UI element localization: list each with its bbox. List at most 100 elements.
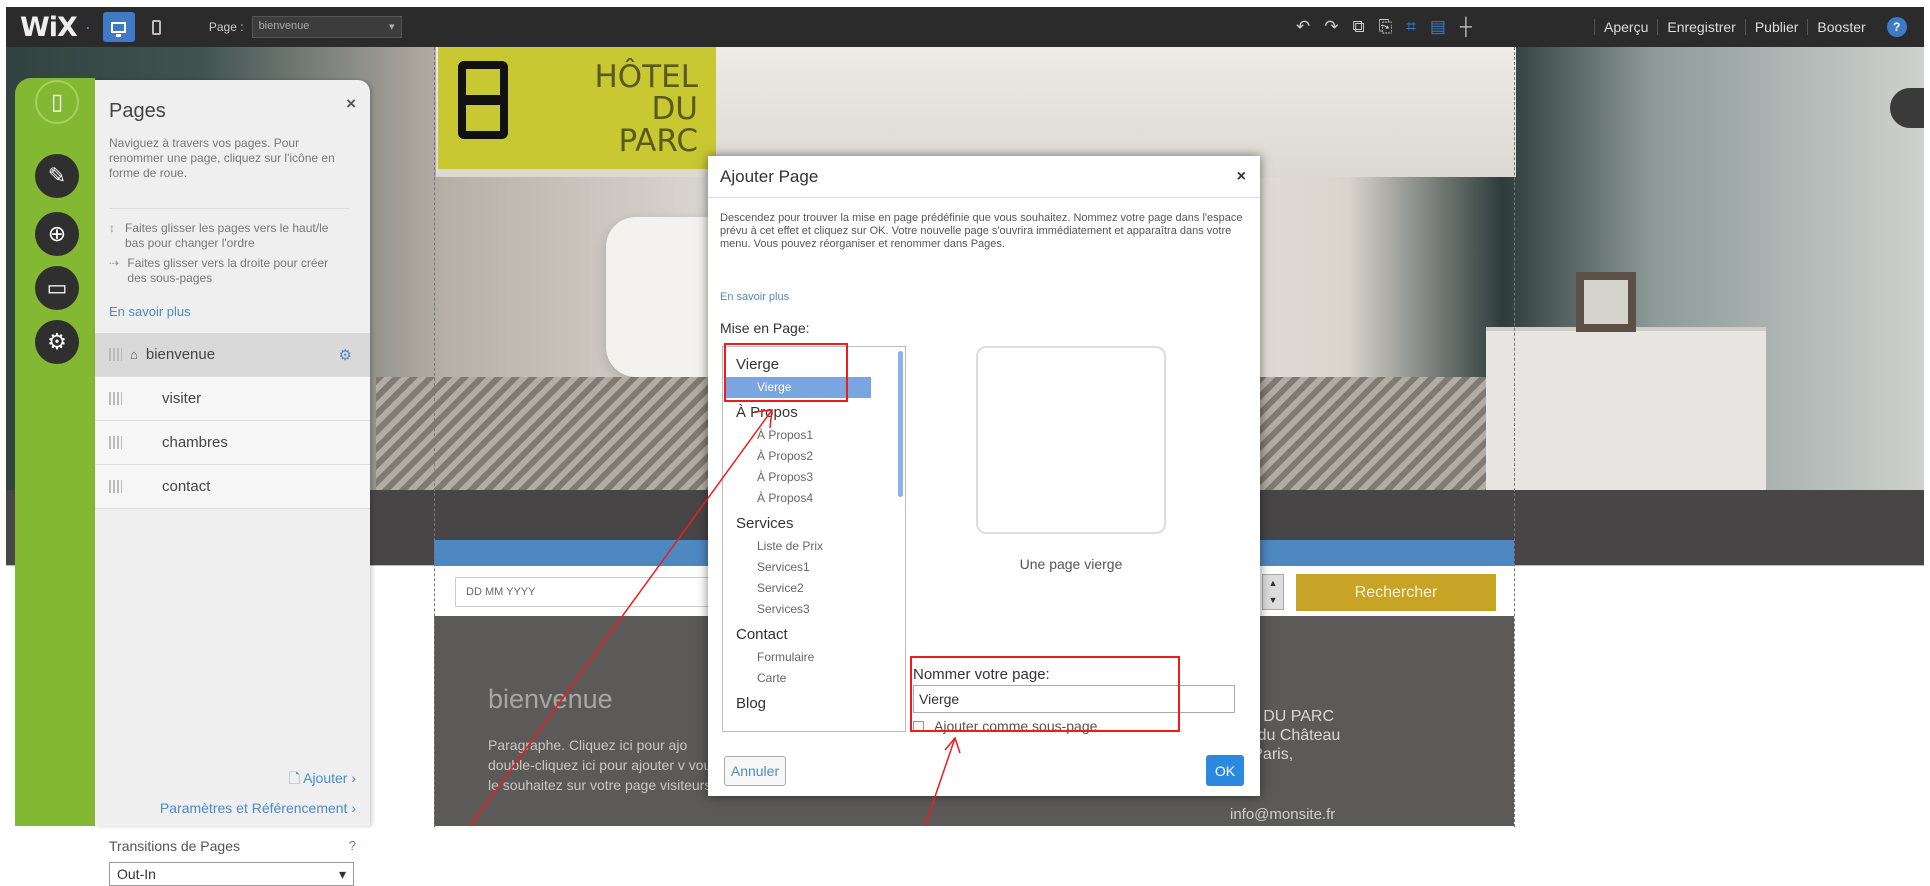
design-brush-icon[interactable]: ✎ xyxy=(35,154,79,198)
hero-nightstand xyxy=(1486,327,1766,490)
phone-icon xyxy=(152,19,162,35)
page-item-label: bienvenue xyxy=(145,346,216,363)
save-button[interactable]: Enregistrer xyxy=(1657,19,1744,35)
layout-item[interactable]: Services3 xyxy=(725,599,871,620)
preview-button[interactable]: Aperçu xyxy=(1594,19,1657,35)
page-item-chambres[interactable]: chambres xyxy=(95,421,370,465)
layout-item[interactable]: Liste de Prix xyxy=(725,536,871,557)
transition-select-value: Out-In xyxy=(117,866,156,882)
transition-select[interactable]: Out-In ▾ xyxy=(109,862,354,886)
pages-panel-title: Pages xyxy=(109,100,166,122)
transitions-help-icon[interactable]: ? xyxy=(349,838,356,853)
gear-icon[interactable]: ⚙ xyxy=(339,346,352,364)
toolbar-icons: ↶ ↷ ⧉ ⎘ ⌗ ▤ ┼ xyxy=(1296,7,1472,47)
learn-more-link[interactable]: En savoir plus xyxy=(720,291,789,303)
layout-item[interactable]: À Propos4 xyxy=(725,488,871,509)
quantity-stepper[interactable]: ▲ ▼ xyxy=(1262,574,1284,610)
chevron-down-icon: ▾ xyxy=(338,866,346,882)
page-item-bienvenue[interactable]: ⌂ bienvenue ⚙ xyxy=(95,333,370,377)
layout-item[interactable]: Services1 xyxy=(725,557,871,578)
layout-item[interactable]: Service2 xyxy=(725,578,871,599)
wix-logo: WiX xyxy=(20,11,78,43)
guide-line-right xyxy=(1514,47,1515,827)
publish-button[interactable]: Publier xyxy=(1744,19,1808,35)
hint-reorder: ↕ Faites glisser les pages vers le haut/… xyxy=(109,208,349,251)
page-item-contact[interactable]: contact xyxy=(95,465,370,509)
hotel-name-line1: HÔTEL xyxy=(594,59,698,95)
redo-icon[interactable]: ↷ xyxy=(1324,17,1338,37)
page-selector-value: bienvenue xyxy=(258,20,310,32)
guide-line-left xyxy=(434,47,435,827)
page-selector[interactable]: bienvenue ▾ xyxy=(251,16,402,38)
pages-panel: Pages × Naviguez à travers vos pages. Po… xyxy=(95,80,370,886)
chat-icon[interactable] xyxy=(1890,88,1924,128)
grid-icon[interactable]: ⌗ xyxy=(1406,17,1416,37)
cancel-button[interactable]: Annuler xyxy=(724,756,786,786)
dialog-description: Descendez pour trouver la mise en page p… xyxy=(720,212,1243,250)
pages-icon[interactable]: ▯ xyxy=(35,80,79,124)
layers-icon[interactable]: ▤ xyxy=(1430,17,1446,37)
layout-list[interactable]: Vierge Vierge À Propos À Propos1 À Propo… xyxy=(722,346,906,732)
topbar-menu: Aperçu Enregistrer Publier Booster ? xyxy=(1594,7,1907,47)
editor-sidebar: ▯ ✎ ⊕ ▭ ⚙ xyxy=(15,78,95,826)
ruler-icon[interactable]: ┼ xyxy=(1460,17,1472,37)
mobile-view-button[interactable] xyxy=(141,12,173,42)
hero-photo-frame xyxy=(1576,272,1636,332)
date-input[interactable]: DD MM YYYY xyxy=(455,577,715,607)
add-page-label: Ajouter › xyxy=(303,770,356,786)
add-icon[interactable]: ⊕ xyxy=(35,212,79,256)
settings-gear-icon[interactable]: ⚙ xyxy=(35,320,79,364)
drag-handle-icon[interactable] xyxy=(109,480,122,493)
home-icon: ⌂ xyxy=(130,347,138,362)
hint-reorder-text: Faites glisser les pages vers le haut/le… xyxy=(124,221,329,250)
pages-list: ⌂ bienvenue ⚙ visiter chambres contact xyxy=(95,333,370,509)
layout-item[interactable]: À Propos2 xyxy=(725,446,871,467)
hotel-name-line2: DU PARC xyxy=(618,91,698,159)
page-item-visiter[interactable]: visiter xyxy=(95,377,370,421)
dialog-header: Ajouter Page × xyxy=(708,156,1260,198)
ok-button[interactable]: OK xyxy=(1206,755,1244,786)
dot-separator: · xyxy=(84,16,91,37)
move-vertical-icon: ↕ xyxy=(109,221,115,235)
scrollbar[interactable] xyxy=(898,351,903,497)
chevron-down-icon: ▾ xyxy=(389,21,395,33)
annotation-box-name xyxy=(910,656,1180,732)
booster-button[interactable]: Booster xyxy=(1807,19,1874,35)
dialog-title: Ajouter Page xyxy=(720,166,819,186)
close-icon[interactable]: × xyxy=(346,94,356,114)
layout-item[interactable]: Carte xyxy=(725,668,871,689)
layout-item[interactable]: À Propos3 xyxy=(725,467,871,488)
seo-settings-link[interactable]: Paramètres et Référencement › xyxy=(160,800,356,816)
help-icon[interactable]: ? xyxy=(1886,17,1907,37)
add-page-button[interactable]: 🗋 Ajouter › xyxy=(289,768,356,792)
hotel-logo[interactable]: HÔTEL DU PARC xyxy=(438,47,716,169)
undo-icon[interactable]: ↶ xyxy=(1296,17,1310,37)
desktop-view-button[interactable] xyxy=(102,12,135,42)
layout-category: Contact xyxy=(736,626,788,643)
annotation-box-layout xyxy=(724,343,848,402)
move-right-icon: ⇢ xyxy=(109,256,120,270)
page-item-label: contact xyxy=(162,478,211,495)
paste-icon[interactable]: ⎘ xyxy=(1379,17,1393,37)
layout-item[interactable]: Formulaire xyxy=(725,647,871,668)
layout-category: Services xyxy=(736,515,794,532)
drag-handle-icon[interactable] xyxy=(109,436,122,449)
drag-handle-icon[interactable] xyxy=(109,392,122,405)
layout-item[interactable]: À Propos1 xyxy=(725,425,871,446)
page-label: Page : xyxy=(208,20,244,34)
close-icon[interactable]: × xyxy=(1237,168,1246,186)
layout-category: À Propos xyxy=(736,404,798,421)
copy-icon[interactable]: ⧉ xyxy=(1353,17,1365,37)
hotel-email[interactable]: info@monsite.fr xyxy=(1230,806,1335,823)
layout-category: Blog xyxy=(736,695,767,712)
learn-more-link[interactable]: En savoir plus xyxy=(109,304,191,319)
monitor-icon xyxy=(111,21,127,37)
hotel-name: HÔTEL DU PARC xyxy=(578,61,698,157)
welcome-paragraph[interactable]: Paragraphe. Cliquez ici pour ajo double-… xyxy=(488,735,728,795)
hint-subpage-text: Faites glisser vers la droite pour créer… xyxy=(127,256,329,285)
drag-handle-icon[interactable] xyxy=(109,348,122,361)
welcome-title[interactable]: bienvenue xyxy=(488,684,613,715)
page-item-label: chambres xyxy=(162,434,228,451)
search-button[interactable]: Rechercher xyxy=(1296,574,1496,611)
media-icon[interactable]: ▭ xyxy=(35,266,79,310)
